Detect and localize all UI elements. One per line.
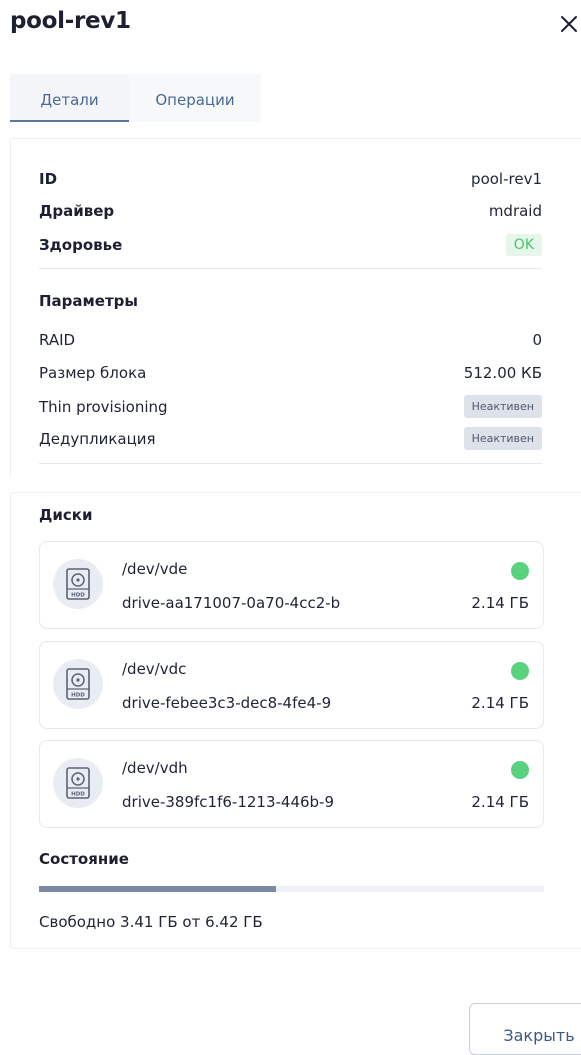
hdd-icon: HDD xyxy=(53,559,103,609)
close-button[interactable]: Закрыть xyxy=(469,1003,581,1055)
disk-device: /dev/vdh xyxy=(122,759,188,777)
raid-value: 0 xyxy=(532,331,542,349)
id-value: pool-rev1 xyxy=(471,170,542,188)
usage-progress-bar xyxy=(39,886,544,892)
disk-item[interactable]: HDD /dev/vdh drive-389fc1f6-1213-446b-9 … xyxy=(39,740,544,828)
params-heading: Параметры xyxy=(39,292,138,310)
health-status-badge: OK xyxy=(505,234,542,256)
thin-provisioning-badge: Неактивен xyxy=(463,395,542,418)
state-heading: Состояние xyxy=(39,850,129,868)
divider xyxy=(39,268,542,269)
free-space-text: Свободно 3.41 ГБ от 6.42 ГБ xyxy=(39,913,263,931)
block-size-value: 512.00 КБ xyxy=(463,364,542,382)
disk-device: /dev/vde xyxy=(122,560,188,578)
dedup-label: Дедупликация xyxy=(39,429,156,448)
dedup-row: Дедупликация Неактивен xyxy=(39,427,542,450)
svg-text:HDD: HDD xyxy=(71,792,85,798)
status-dot xyxy=(511,761,529,779)
details-card: ID pool-rev1 Драйвер mdraid Здоровье OK … xyxy=(10,138,581,478)
hdd-icon: HDD xyxy=(53,659,103,709)
health-label: Здоровье xyxy=(39,236,123,254)
disk-drive-id: drive-febee3c3-dec8-4fe4-9 xyxy=(122,694,332,712)
disk-item[interactable]: HDD /dev/vde drive-aa171007-0a70-4cc2-b … xyxy=(39,541,544,629)
id-row: ID pool-rev1 xyxy=(39,170,542,188)
dialog-title: pool-rev1 xyxy=(10,8,131,34)
tab-details[interactable]: Детали xyxy=(10,74,129,122)
disk-item[interactable]: HDD /dev/vdc drive-febee3c3-dec8-4fe4-9 … xyxy=(39,641,544,729)
driver-value: mdraid xyxy=(488,202,542,220)
dedup-badge: Неактивен xyxy=(463,427,542,450)
disk-drive-id: drive-aa171007-0a70-4cc2-b xyxy=(122,594,341,612)
disk-size: 2.14 ГБ xyxy=(471,793,529,811)
id-label: ID xyxy=(39,170,58,188)
disk-size: 2.14 ГБ xyxy=(471,694,529,712)
disks-heading: Диски xyxy=(39,506,93,524)
close-icon[interactable] xyxy=(557,8,581,38)
health-row: Здоровье OK xyxy=(39,234,542,256)
hdd-icon: HDD xyxy=(53,758,103,808)
usage-progress-fill xyxy=(39,886,277,892)
block-size-row: Размер блока 512.00 КБ xyxy=(39,364,542,382)
svg-text:HDD: HDD xyxy=(71,593,85,599)
status-dot xyxy=(511,562,529,580)
disk-drive-id: drive-389fc1f6-1213-446b-9 xyxy=(122,793,335,811)
tab-bar: Детали Операции xyxy=(10,74,261,122)
disks-card: Диски HDD /dev/vde drive-aa171007-0a70-4… xyxy=(10,492,581,949)
disk-size: 2.14 ГБ xyxy=(471,594,529,612)
thin-provisioning-row: Thin provisioning Неактивен xyxy=(39,395,542,418)
divider xyxy=(39,463,542,464)
block-size-label: Размер блока xyxy=(39,364,147,382)
driver-label: Драйвер xyxy=(39,202,115,220)
raid-label: RAID xyxy=(39,331,76,349)
tab-operations[interactable]: Операции xyxy=(129,74,261,122)
svg-text:HDD: HDD xyxy=(71,693,85,699)
disk-device: /dev/vdc xyxy=(122,660,187,678)
driver-row: Драйвер mdraid xyxy=(39,202,542,220)
status-dot xyxy=(511,662,529,680)
raid-row: RAID 0 xyxy=(39,331,542,349)
thin-provisioning-label: Thin provisioning xyxy=(39,397,168,416)
